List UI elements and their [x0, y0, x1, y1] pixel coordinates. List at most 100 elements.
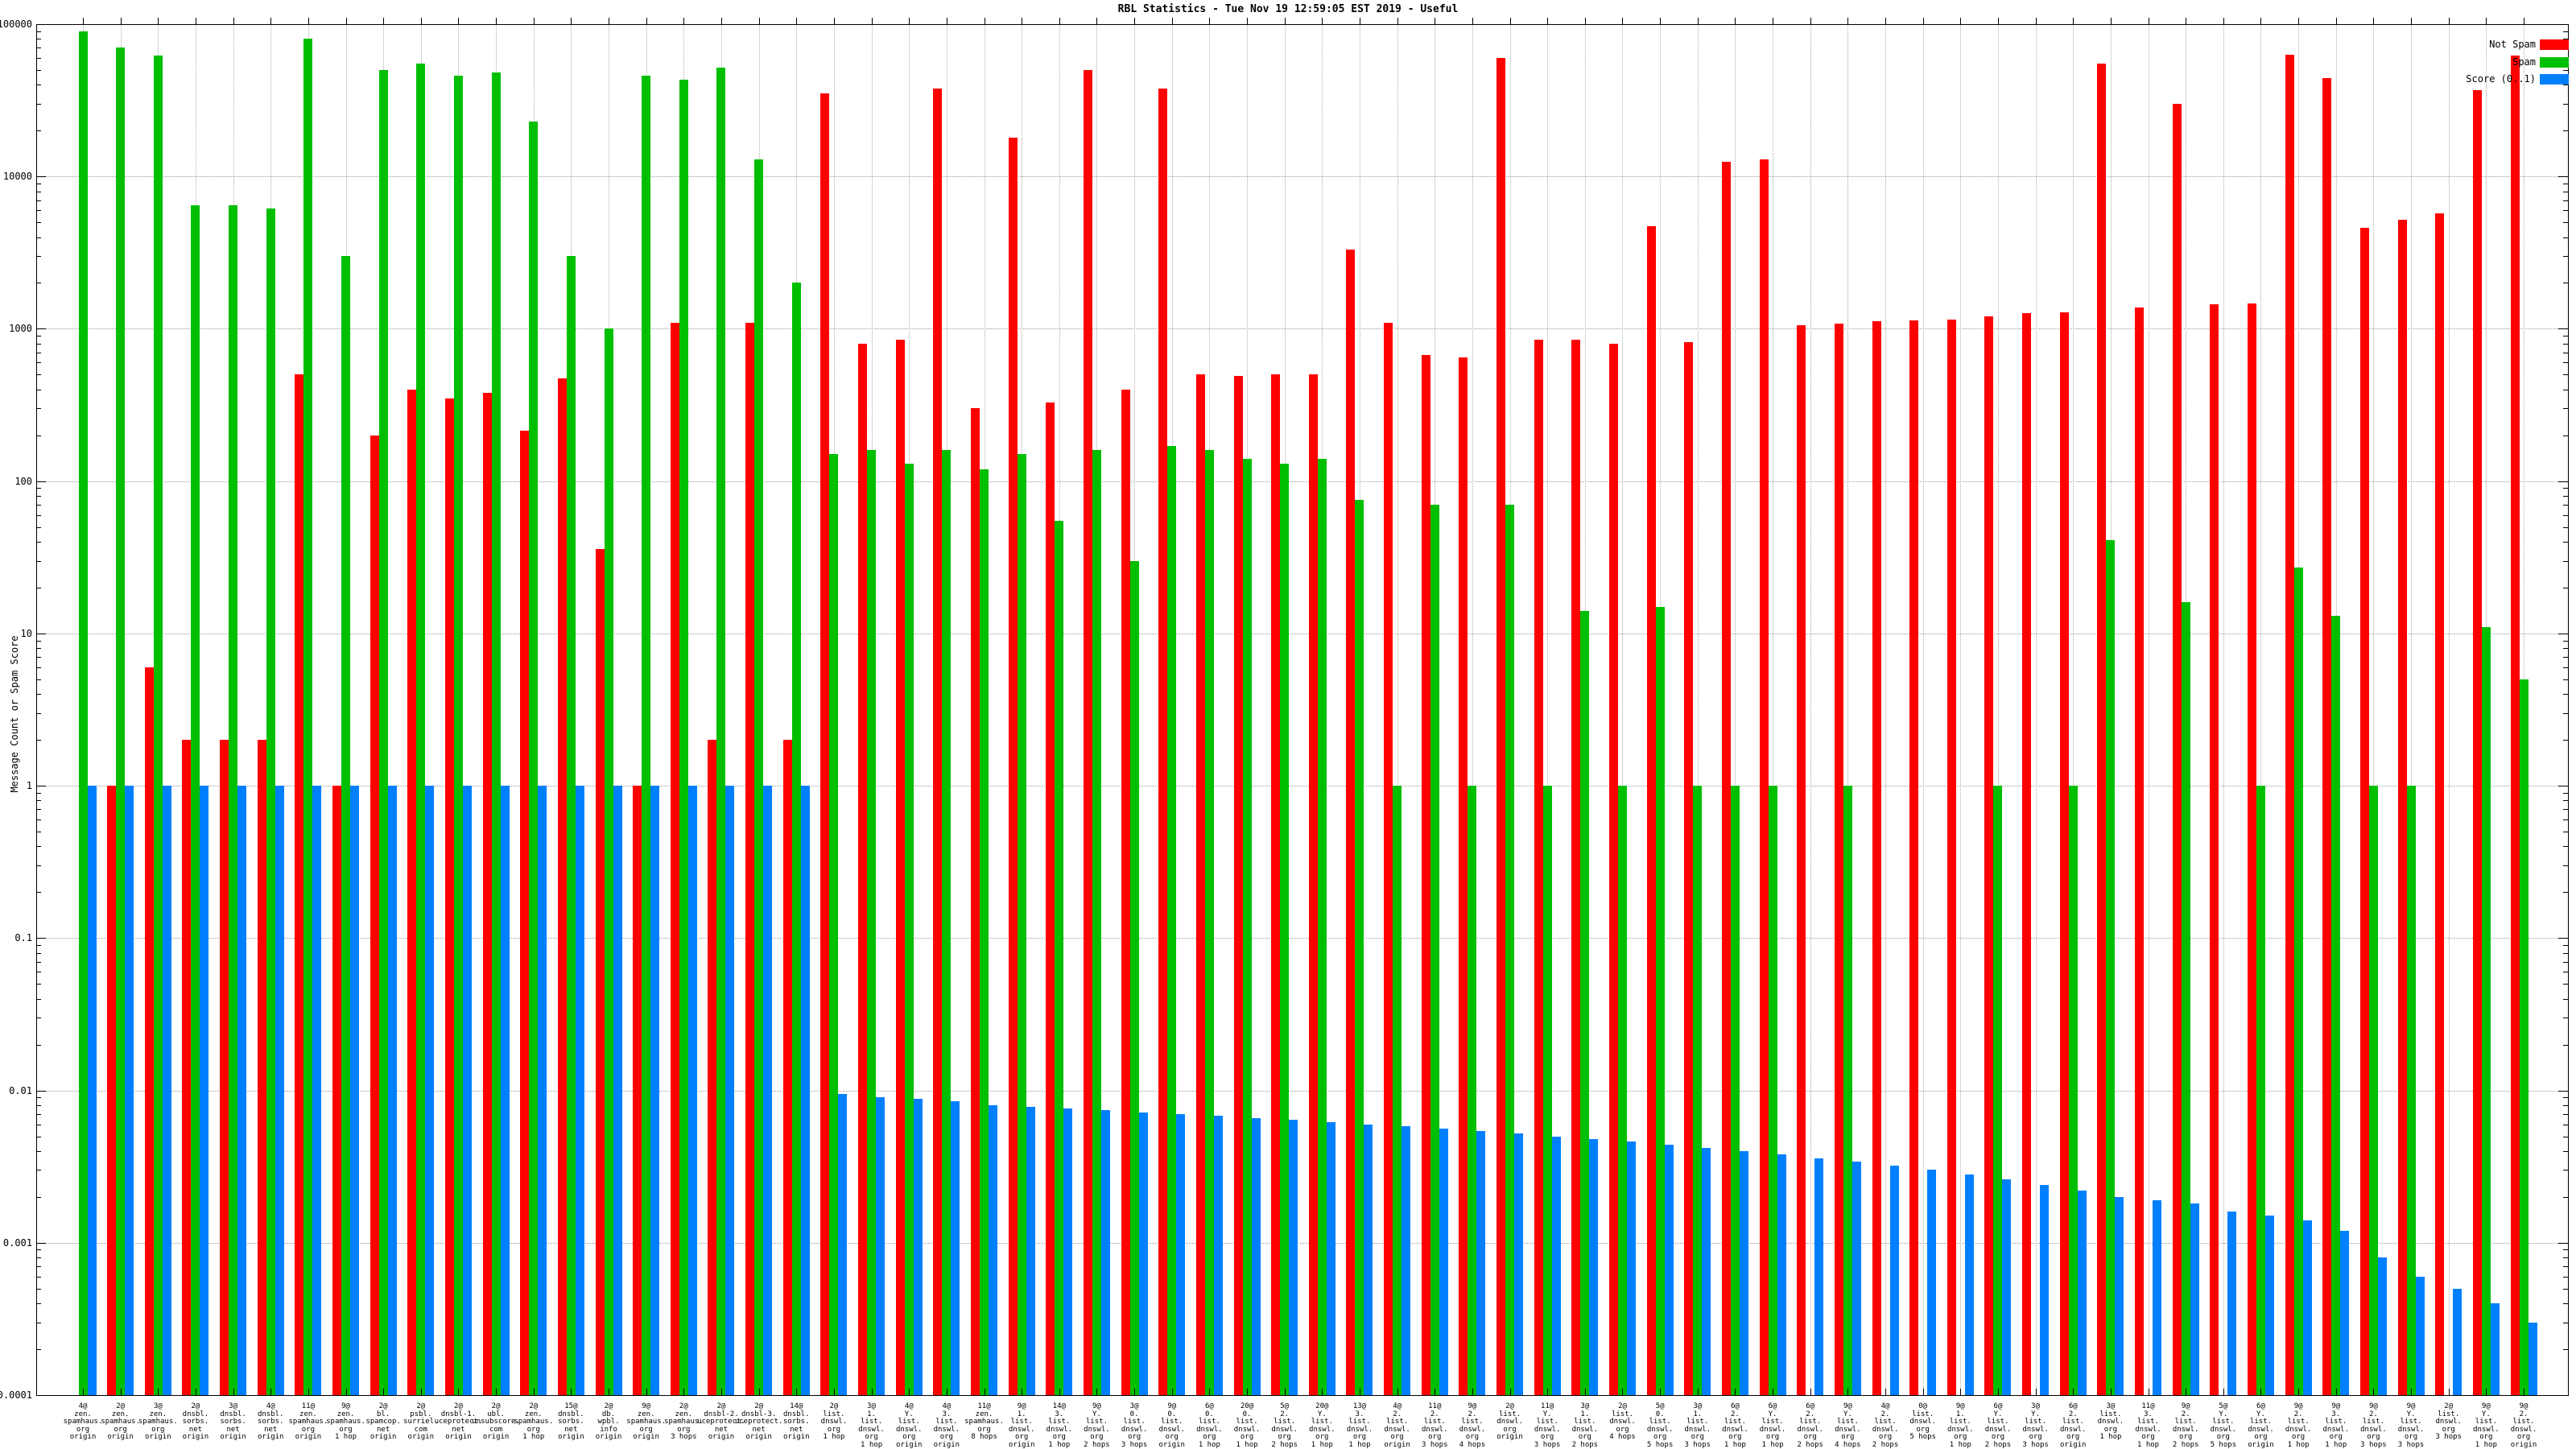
y-tick-minor — [36, 998, 41, 1000]
y-tick-minor — [36, 1303, 41, 1305]
x-tick-bottom — [308, 1389, 309, 1395]
y-tick-minor — [36, 1288, 41, 1290]
x-tick-bottom — [1509, 1389, 1511, 1395]
x-tick-bottom — [2073, 1389, 2074, 1395]
x-tick-label: 9@ 2. list. dnswl. org origin — [2475, 1402, 2572, 1449]
x-tick-top — [83, 18, 84, 24]
y-tick-minor — [2563, 961, 2568, 963]
y-tick-minor — [36, 809, 41, 811]
x-tick-bottom — [833, 1389, 835, 1395]
y-tick-minor — [2563, 865, 2568, 867]
y-tick-minor — [36, 514, 41, 516]
y-tick-minor — [2563, 488, 2568, 489]
y-tick-major — [2558, 1395, 2568, 1396]
y-tick-minor — [2563, 210, 2568, 212]
x-tick-top — [233, 18, 234, 24]
y-tick-minor — [2563, 1303, 2568, 1305]
x-tick-top — [2486, 18, 2487, 24]
y-tick-minor — [2563, 504, 2568, 506]
x-tick-bottom — [1584, 1389, 1586, 1395]
legend-swatch — [2540, 56, 2569, 68]
y-tick-minor — [36, 541, 41, 543]
x-tick-bottom — [1660, 1389, 1662, 1395]
y-tick-minor — [36, 712, 41, 714]
y-tick-minor — [36, 31, 41, 32]
x-tick-bottom — [1134, 1389, 1136, 1395]
y-tick-minor — [2563, 256, 2568, 258]
x-tick-bottom — [1209, 1389, 1211, 1395]
legend-swatch — [2540, 74, 2569, 85]
x-tick-top — [1322, 18, 1323, 24]
x-tick-bottom — [2298, 1389, 2300, 1395]
y-tick-minor — [36, 222, 41, 224]
x-tick-top — [1697, 18, 1699, 24]
y-tick-minor — [36, 648, 41, 650]
y-tick-minor — [2563, 694, 2568, 696]
y-tick-minor — [2563, 640, 2568, 642]
y-tick-minor — [2563, 362, 2568, 364]
x-tick-top — [683, 18, 685, 24]
x-tick-top — [720, 18, 722, 24]
x-tick-bottom — [646, 1389, 647, 1395]
legend-label: Spam — [2512, 56, 2536, 68]
y-tick-minor — [36, 103, 41, 105]
x-tick-top — [1397, 18, 1398, 24]
y-tick-minor — [2563, 130, 2568, 132]
y-tick-minor — [2563, 944, 2568, 946]
y-tick-minor — [2563, 222, 2568, 224]
x-tick-bottom — [2448, 1389, 2450, 1395]
x-tick-bottom — [496, 1389, 497, 1395]
y-tick-major — [36, 176, 46, 178]
y-tick-major — [2558, 938, 2568, 939]
x-tick-bottom — [871, 1389, 873, 1395]
y-tick-major — [36, 938, 46, 939]
y-tick-minor — [2563, 31, 2568, 32]
y-tick-minor — [36, 961, 41, 963]
x-tick-top — [2411, 18, 2413, 24]
y-tick-minor — [2563, 679, 2568, 680]
y-tick-label: 0.1 — [14, 932, 32, 944]
y-tick-minor — [36, 846, 41, 848]
y-tick-major — [2558, 1090, 2568, 1092]
x-tick-bottom — [458, 1389, 460, 1395]
y-tick-minor — [36, 952, 41, 954]
y-tick-major — [2558, 24, 2568, 25]
legend-label: Score (0..1) — [2466, 73, 2536, 85]
x-tick-top — [2035, 18, 2037, 24]
y-tick-minor — [2563, 800, 2568, 802]
x-tick-top — [2335, 18, 2337, 24]
x-tick-top — [2260, 18, 2262, 24]
x-tick-bottom — [2411, 1389, 2413, 1395]
x-tick-top — [533, 18, 535, 24]
x-tick-top — [383, 18, 385, 24]
y-tick-minor — [2563, 712, 2568, 714]
x-tick-top — [646, 18, 647, 24]
y-tick-minor — [2563, 667, 2568, 668]
y-tick-minor — [36, 69, 41, 71]
y-tick-minor — [2563, 998, 2568, 1000]
y-tick-minor — [36, 210, 41, 212]
y-tick-minor — [2563, 792, 2568, 794]
y-tick-minor — [2563, 237, 2568, 238]
x-tick-top — [833, 18, 835, 24]
y-tick-minor — [36, 256, 41, 258]
x-tick-top — [1171, 18, 1173, 24]
y-tick-minor — [36, 657, 41, 658]
x-tick-bottom — [720, 1389, 722, 1395]
x-tick-bottom — [1096, 1389, 1098, 1395]
y-tick-major — [2558, 176, 2568, 178]
y-tick-minor — [36, 488, 41, 489]
x-tick-top — [1885, 18, 1886, 24]
x-tick-bottom — [571, 1389, 572, 1395]
y-tick-major — [36, 1242, 46, 1244]
x-tick-top — [2110, 18, 2112, 24]
y-tick-major — [36, 328, 46, 330]
y-tick-minor — [36, 1249, 41, 1251]
y-tick-minor — [36, 200, 41, 201]
y-tick-minor — [36, 1276, 41, 1278]
x-tick-bottom — [1885, 1389, 1886, 1395]
y-tick-major — [2558, 481, 2568, 482]
y-tick-minor — [36, 1266, 41, 1268]
y-tick-minor — [36, 343, 41, 345]
y-tick-minor — [2563, 408, 2568, 410]
